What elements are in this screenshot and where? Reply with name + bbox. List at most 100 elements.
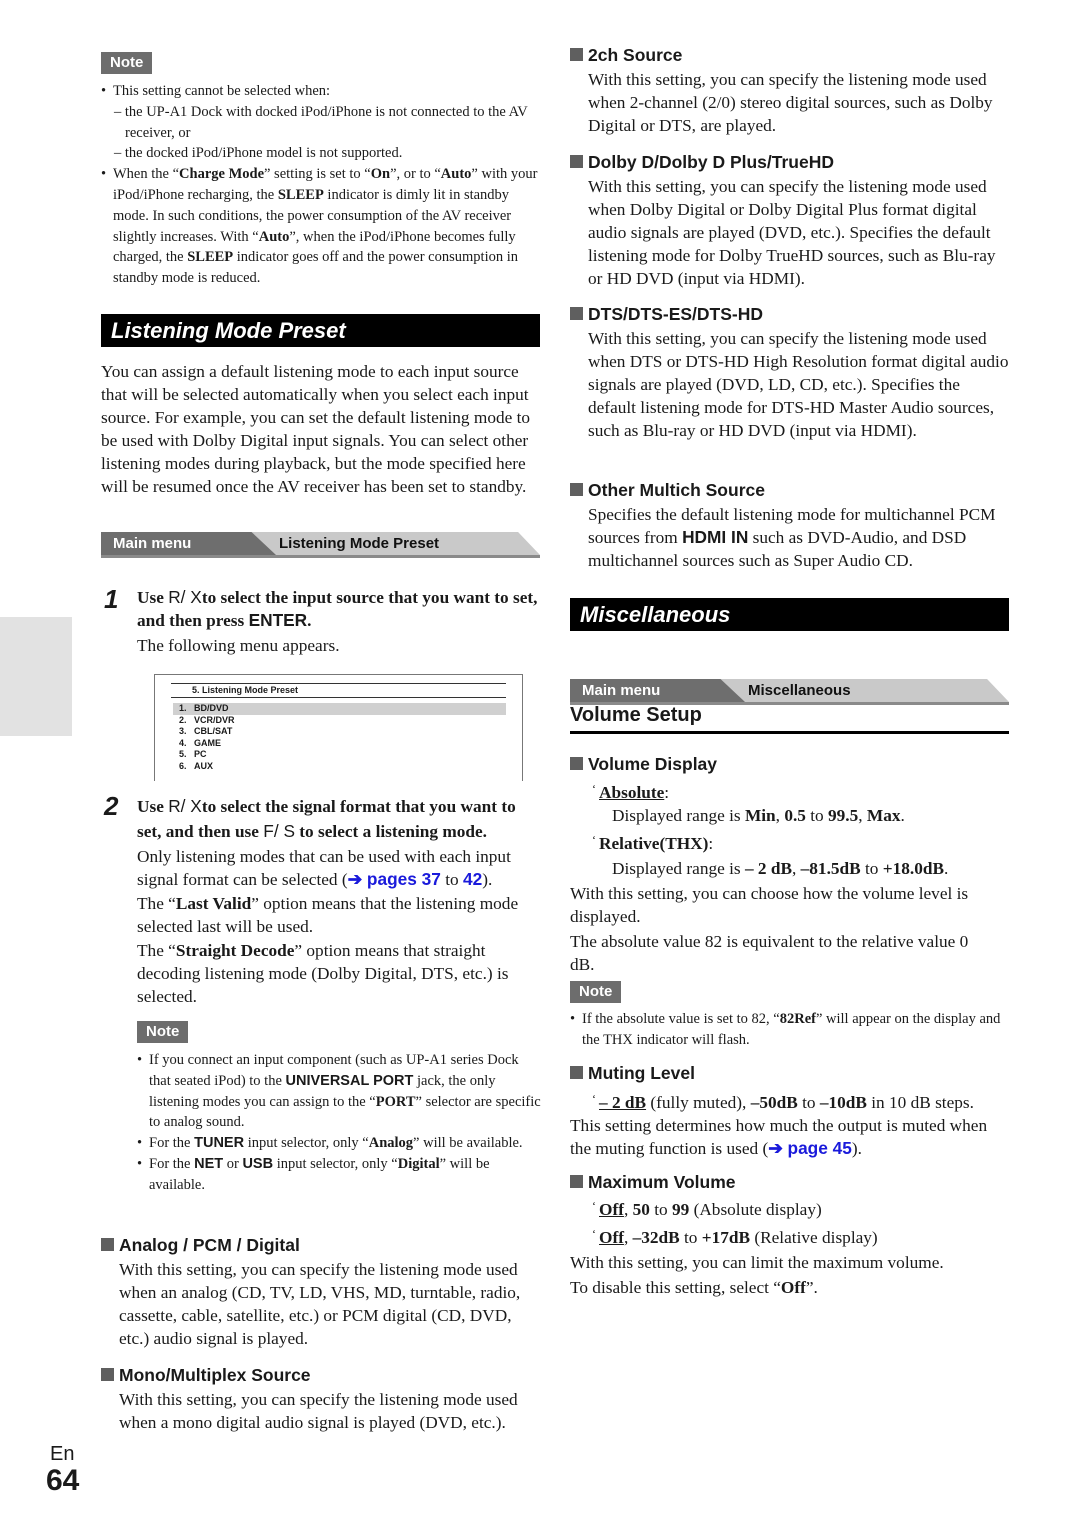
max-volume-description: With this setting, you can limit the max… <box>570 1253 944 1272</box>
setting-description: Specifies the default listening mode for… <box>588 505 996 570</box>
note-bullet: This setting cannot be selected when: <box>101 81 541 102</box>
max-volume-disable: To disable this setting, select “Off”. <box>570 1278 818 1297</box>
note-badge: Note <box>570 981 622 1003</box>
menu-item-number: 6. <box>179 760 187 771</box>
max-volume-relative-option: ‘Off, –32dB to +17dB (Relative display) <box>592 1227 878 1247</box>
menu-item-label: BD/DVD <box>194 703 229 713</box>
menu-item[interactable]: 2. VCR/DVR <box>173 715 506 727</box>
menu-item[interactable]: 1. BD/DVD <box>173 703 506 715</box>
intro-paragraph: You can assign a default listening mode … <box>101 362 531 496</box>
setting-heading: Maximum Volume <box>570 1170 1015 1194</box>
menu-item-label: GAME <box>194 737 221 748</box>
step-description: Only listening modes that can be used wi… <box>137 847 511 889</box>
setting-heading: Analog / PCM / Digital <box>101 1233 541 1257</box>
setting-heading: Other Multich Source <box>570 478 1010 502</box>
setting-heading: DTS/DTS-ES/DTS-HD <box>570 302 1010 326</box>
menu-item-label: AUX <box>194 760 214 771</box>
subsection-volume-setup: Volume Setup <box>570 704 1009 734</box>
menu-item[interactable]: 4. GAME <box>173 738 506 750</box>
section-title-miscellaneous: Miscellaneous <box>570 598 1009 631</box>
menu-screen-list: 1. BD/DVD 2. VCR/DVR 3. CBL/SAT 4. GAME 5. PC 6. AU… <box>173 703 506 772</box>
setting-muting-level: Muting Level ‘– 2 dB (fully muted), –50d… <box>570 1061 1015 1160</box>
breadcrumb-current: Listening Mode Preset <box>279 535 440 552</box>
setting-mono-multiplex: Mono/Multiplex Source With this setting,… <box>101 1363 541 1434</box>
chapter-side-tab <box>0 617 72 736</box>
menu-item-number: 2. <box>179 714 187 725</box>
volume-display-equivalence: The absolute value 82 is equivalent to t… <box>570 932 969 974</box>
setting-2ch-source: 2ch Source With this setting, you can sp… <box>570 43 1010 137</box>
note-subitem: – the docked iPod/iPhone model is not su… <box>114 145 403 162</box>
left-right-keys: F/ S <box>263 821 295 841</box>
relative-range: Displayed range is – 2 dB, –81.5dB to +1… <box>612 859 949 878</box>
setting-dolby: Dolby D/Dolby D Plus/TrueHD With this se… <box>570 150 1010 290</box>
muting-options: ‘– 2 dB (fully muted), –50dB to –10dB in… <box>592 1092 974 1112</box>
breadcrumb-current: Miscellaneous <box>748 682 851 699</box>
option-absolute: ‘Absolute: <box>592 782 670 802</box>
setting-maximum-volume: Maximum Volume ‘Off, 50 to 99 (Absolute … <box>570 1170 1015 1299</box>
note-badge: Note <box>137 1021 189 1043</box>
absolute-range: Displayed range is Min, 0.5 to 99.5, Max… <box>612 806 905 825</box>
note-badge: Note <box>101 52 153 74</box>
square-bullet-icon <box>570 1175 583 1188</box>
straight-decode-paragraph: The “Straight Decode” option means that … <box>137 941 509 1006</box>
setting-heading: Mono/Multiplex Source <box>101 1363 541 1387</box>
step-instruction: Use R/ Xto select the input source that … <box>137 587 538 630</box>
square-bullet-icon <box>101 1238 114 1251</box>
breadcrumb-miscellaneous: Main menu Miscellaneous <box>570 679 1009 705</box>
breadcrumb-main-menu: Main menu <box>582 682 661 699</box>
step-description: The following menu appears. <box>137 636 340 655</box>
section-title-listening-mode-preset: Listening Mode Preset <box>101 314 540 347</box>
menu-item-label: VCR/DVR <box>194 714 235 725</box>
option-relative-thx: ‘Relative(THX): <box>592 833 714 853</box>
note-listening-modes: Note If you connect an input component (… <box>137 1021 542 1196</box>
setting-description: With this setting, you can specify the l… <box>588 177 996 288</box>
page-number: 64 <box>46 1464 80 1497</box>
note-bullet: For the TUNER input selector, only “Anal… <box>137 1133 542 1154</box>
pages-link[interactable]: ➔ pages 37 <box>348 869 441 889</box>
menu-item-number: 4. <box>179 737 187 748</box>
setting-dts: DTS/DTS-ES/DTS-HD With this setting, you… <box>570 302 1010 442</box>
muting-description: This setting determines how much the out… <box>570 1116 988 1158</box>
setting-analog-pcm-digital: Analog / PCM / Digital With this setting… <box>101 1233 541 1350</box>
menu-item-number: 3. <box>179 726 187 736</box>
volume-display-description: With this setting, you can choose how th… <box>570 884 969 926</box>
setting-volume-display: Volume Display ‘Absolute: Displayed rang… <box>570 752 1015 976</box>
setting-heading: 2ch Source <box>570 43 1010 67</box>
note-bullet: When the “Charge Mode” setting is set to… <box>101 164 541 289</box>
setting-description: With this setting, you can specify the l… <box>119 1390 518 1432</box>
max-volume-absolute-option: ‘Off, 50 to 99 (Absolute display) <box>592 1199 822 1219</box>
last-valid-paragraph: The “Last Valid” option means that the l… <box>137 894 519 936</box>
step-2: Use R/ Xto select the signal format that… <box>137 794 542 1008</box>
square-bullet-icon <box>101 1368 114 1381</box>
page-45-link[interactable]: ➔ page 45 <box>768 1138 852 1158</box>
note-bullet: If you connect an input component (such … <box>137 1050 542 1133</box>
breadcrumb-listening-mode-preset: Main menu Listening Mode Preset <box>101 532 540 558</box>
setting-heading: Volume Display <box>570 752 1015 776</box>
note-charge-mode: Note This setting cannot be selected whe… <box>101 52 541 289</box>
menu-screenshot: 5. Listening Mode Preset 1. BD/DVD 2. VCR/D… <box>154 674 523 781</box>
menu-item-label: PC <box>194 749 207 759</box>
menu-item[interactable]: 6. AUX <box>173 761 506 773</box>
page-42-link[interactable]: 42 <box>463 869 482 889</box>
enter-key: ENTER <box>248 610 308 630</box>
up-down-keys: R/ X <box>168 587 202 607</box>
menu-screen-title: 5. Listening Mode Preset <box>171 683 506 698</box>
square-bullet-icon <box>570 48 583 61</box>
setting-heading: Dolby D/Dolby D Plus/TrueHD <box>570 150 1010 174</box>
setting-other-multich: Other Multich Source Specifies the defau… <box>570 478 1010 572</box>
square-bullet-icon <box>570 155 583 168</box>
up-down-keys: R/ X <box>168 796 202 816</box>
page-language: En <box>50 1443 75 1465</box>
menu-item-label: CBL/SAT <box>194 726 233 736</box>
step-number: 2 <box>104 791 119 821</box>
note-82ref: Note If the absolute value is set to 82,… <box>570 981 1010 1051</box>
breadcrumb-main-menu: Main menu <box>113 535 192 552</box>
note-subitem: – the UP-A1 Dock with docked iPod/iPhone… <box>114 103 528 141</box>
menu-item-number: 5. <box>179 749 187 759</box>
menu-item[interactable]: 5. PC <box>173 749 506 761</box>
setting-heading: Muting Level <box>570 1061 1015 1085</box>
menu-item[interactable]: 3. CBL/SAT <box>173 726 506 738</box>
note-bullet: If the absolute value is set to 82, “82R… <box>570 1009 1010 1051</box>
square-bullet-icon <box>570 757 583 770</box>
square-bullet-icon <box>570 1066 583 1079</box>
